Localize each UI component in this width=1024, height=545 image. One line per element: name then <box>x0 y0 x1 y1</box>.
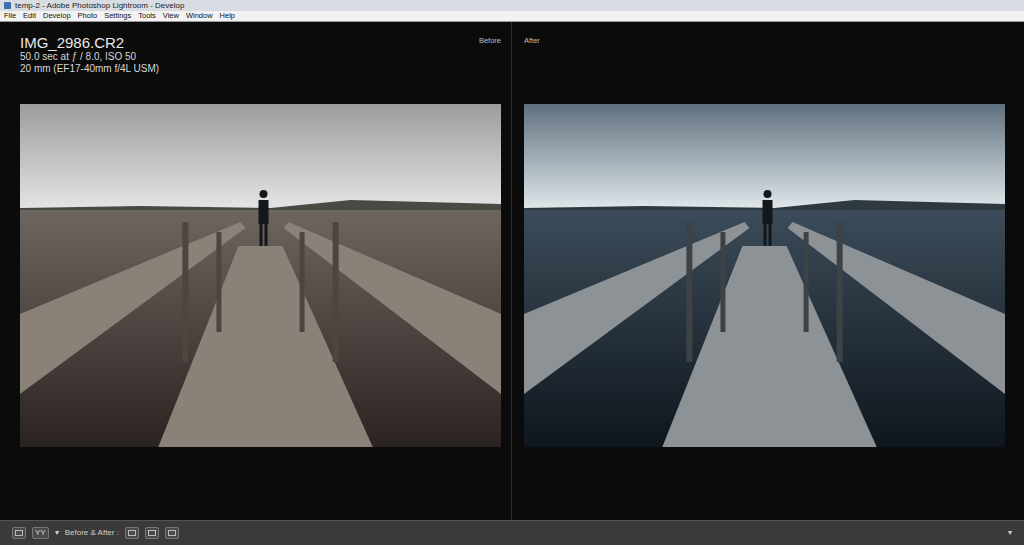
copy-before-button[interactable] <box>125 527 139 539</box>
swap-icon <box>168 530 176 536</box>
after-label: After <box>524 34 540 48</box>
file-name: IMG_2986.CR2 <box>20 34 159 51</box>
menu-item[interactable]: Photo <box>78 11 98 21</box>
loupe-view-button[interactable] <box>12 527 26 539</box>
before-label: Before <box>479 34 501 48</box>
toolbar: YY ▾ Before & After : ▾ <box>0 520 1024 545</box>
before-photo[interactable] <box>20 104 501 447</box>
loupe-icon <box>15 530 23 536</box>
title-bar: temp-2 - Adobe Photoshop Lightroom - Dev… <box>0 0 1024 11</box>
menu-item[interactable]: File <box>4 11 16 21</box>
copy-after-icon <box>148 530 156 536</box>
menu-bar: File Edit Develop Photo Settings Tools View Win… <box>0 11 1024 22</box>
compare-view: IMG_2986.CR250.0 sec at ƒ / 8.0, ISO 502… <box>0 22 1024 520</box>
menu-item[interactable]: Help <box>220 11 235 21</box>
menu-item[interactable]: Edit <box>23 11 36 21</box>
view-mode-arrow[interactable]: ▾ <box>55 527 59 539</box>
menu-item[interactable]: View <box>163 11 179 21</box>
after-pane: After <box>512 22 1024 520</box>
after-photo[interactable] <box>524 104 1005 447</box>
menu-item[interactable]: Window <box>186 11 213 21</box>
copy-before-icon <box>128 530 136 536</box>
image-info: IMG_2986.CR250.0 sec at ƒ / 8.0, ISO 502… <box>20 34 159 75</box>
menu-item[interactable]: Develop <box>43 11 71 21</box>
copy-after-button[interactable] <box>145 527 159 539</box>
window-title: temp-2 - Adobe Photoshop Lightroom - Dev… <box>15 0 184 11</box>
before-after-label: Before & After : <box>65 527 119 539</box>
lens-info: 20 mm (EF17-40mm f/4L USM) <box>20 63 159 75</box>
app-icon <box>4 2 11 9</box>
exposure-info: 50.0 sec at ƒ / 8.0, ISO 50 <box>20 51 159 63</box>
toolbar-menu-arrow[interactable]: ▾ <box>1008 527 1012 539</box>
swap-button[interactable] <box>165 527 179 539</box>
before-after-view-button[interactable]: YY <box>32 527 49 539</box>
pane-header: IMG_2986.CR250.0 sec at ƒ / 8.0, ISO 502… <box>20 22 501 104</box>
menu-item[interactable]: Tools <box>138 11 156 21</box>
menu-item[interactable]: Settings <box>104 11 131 21</box>
before-pane: IMG_2986.CR250.0 sec at ƒ / 8.0, ISO 502… <box>0 22 512 520</box>
pane-header: After <box>524 22 1005 104</box>
